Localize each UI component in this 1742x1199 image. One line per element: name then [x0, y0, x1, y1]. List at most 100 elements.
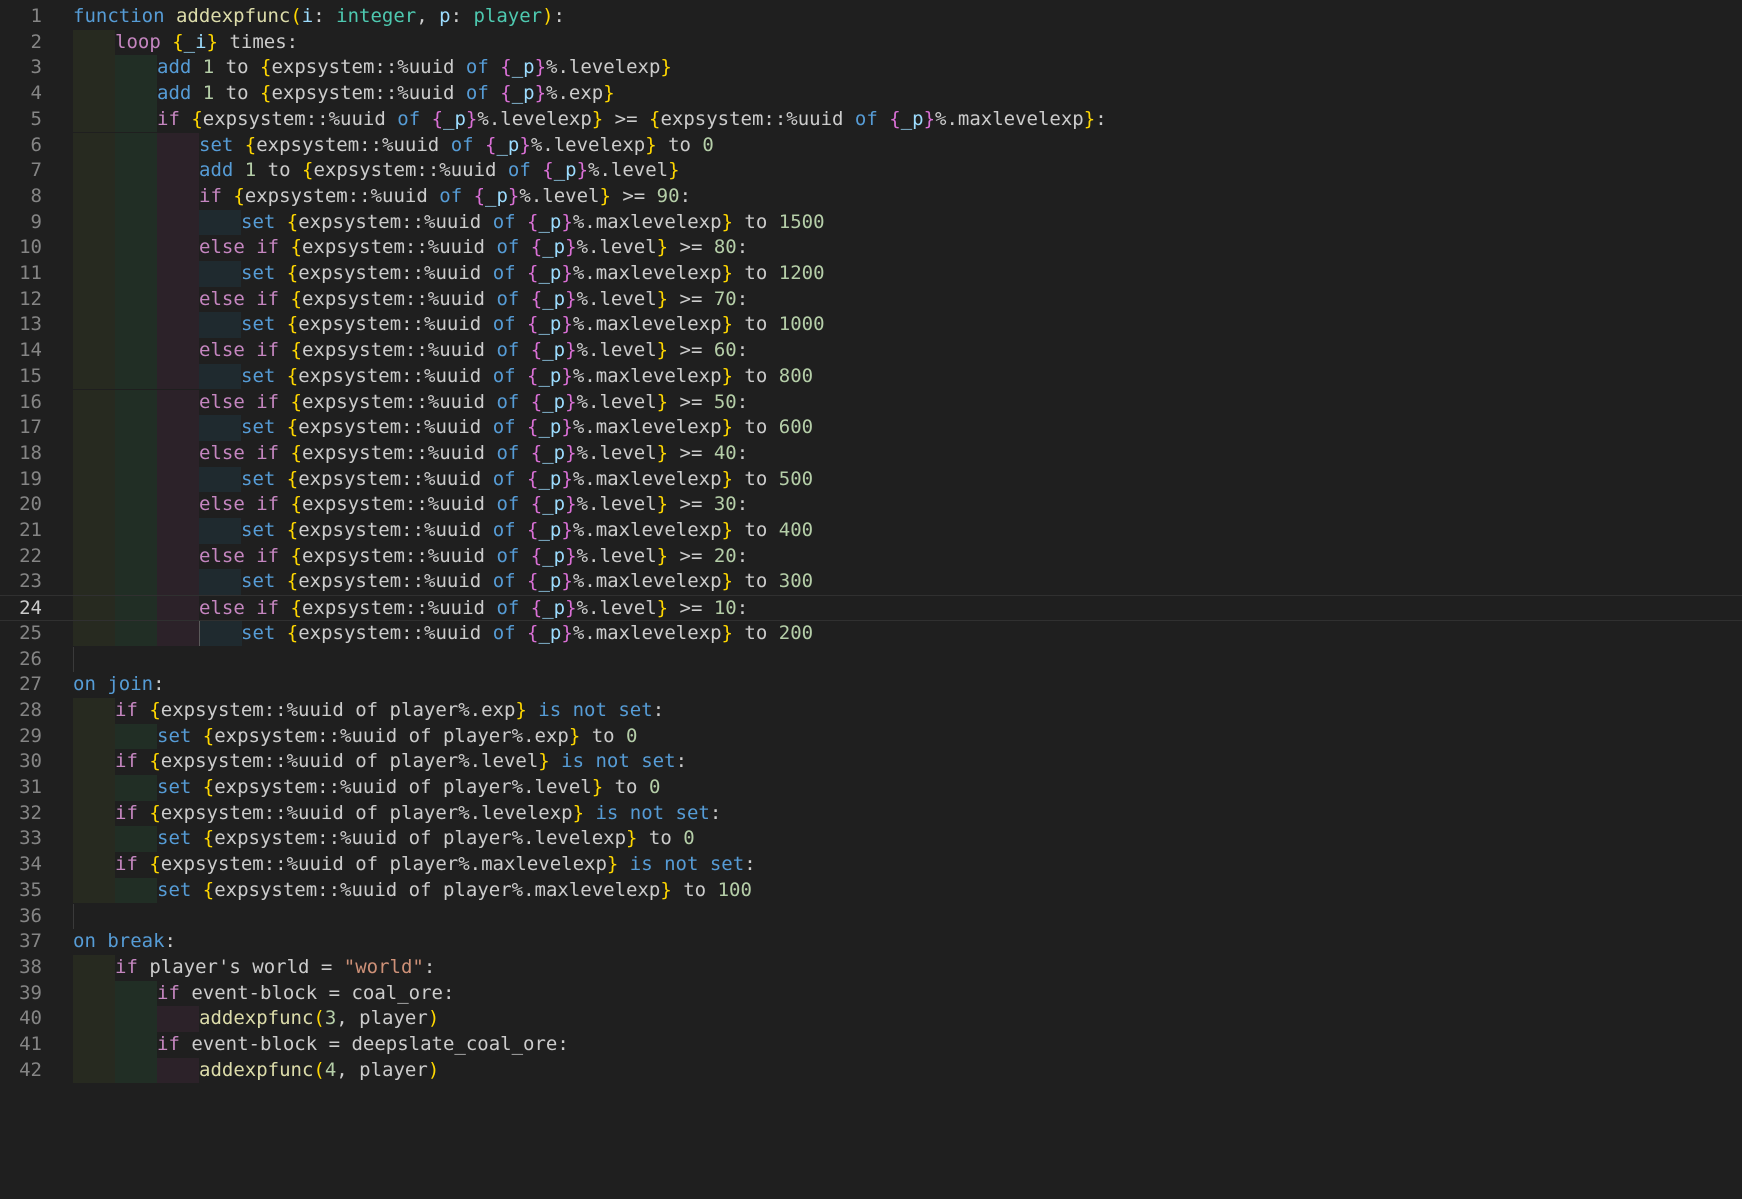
code-token: : — [736, 493, 749, 516]
code-line[interactable]: 21 set {expsystem::%uuid of {_p}%.maxleve… — [0, 518, 1742, 544]
code-token: { — [286, 519, 299, 541]
indent-guide — [157, 312, 199, 339]
code-token: expsystem::%uuid — [244, 184, 440, 207]
indent-guide — [73, 1032, 115, 1058]
code-token: player — [473, 5, 543, 27]
code-token: { — [530, 287, 543, 310]
code-editor[interactable]: 1 function addexpfunc(i: integer, p: play… — [0, 0, 1742, 1199]
code-line[interactable]: 39 if event-block = coal_ore: — [0, 980, 1742, 1007]
code-token: { — [648, 107, 661, 130]
code-token: to — [732, 313, 779, 336]
code-line[interactable]: 8 if {expsystem::%uuid of {_p}%.level} >=… — [0, 183, 1742, 210]
code-line[interactable]: 11 set {expsystem::%uuid of {_p}%.maxleve… — [0, 261, 1742, 287]
code-line[interactable]: 28 if {expsystem::%uuid of player%.exp} i… — [0, 697, 1742, 724]
code-text: if {expsystem::%uuid of player%.exp} is … — [115, 698, 664, 724]
code-token: %.maxlevelexp — [572, 262, 722, 284]
code-token: } — [565, 339, 577, 362]
indent-guide — [73, 338, 115, 364]
code-line[interactable]: 27 on join: — [0, 672, 1742, 698]
code-line[interactable]: 42 addexpfunc(4, player) — [0, 1057, 1742, 1084]
code-line[interactable]: 35 set {expsystem::%uuid of player%.maxle… — [0, 877, 1742, 904]
code-line[interactable]: 19 set {expsystem::%uuid of {_p}%.maxleve… — [0, 466, 1742, 493]
code-token: _p — [538, 570, 562, 593]
indent-guide — [157, 209, 199, 236]
code-token: } — [656, 544, 669, 567]
code-token: set — [241, 210, 287, 233]
code-line[interactable]: 4 add 1 to {expsystem::%uuid of {_p}%.exp… — [0, 81, 1742, 107]
code-token: to — [732, 210, 779, 233]
code-line[interactable]: 23 set {expsystem::%uuid of {_p}%.maxleve… — [0, 569, 1742, 596]
code-line[interactable]: 10 else if {expsystem::%uuid of {_p}%.lev… — [0, 235, 1742, 261]
code-token: %.maxlevelexp — [572, 621, 722, 644]
indent-guide — [115, 363, 157, 390]
code-line[interactable]: 33 set {expsystem::%uuid of player%.level… — [0, 826, 1742, 853]
code-token: join — [107, 673, 154, 696]
code-line[interactable]: 12 else if {expsystem::%uuid of {_p}%.lev… — [0, 286, 1742, 313]
code-line[interactable]: 15 set {expsystem::%uuid of {_p}%.maxleve… — [0, 363, 1742, 390]
code-line[interactable]: 1 function addexpfunc(i: integer, p: play… — [0, 4, 1742, 30]
code-token: { — [149, 853, 161, 876]
code-token: is not set — [584, 801, 710, 824]
code-token: 60 — [713, 339, 737, 362]
code-line[interactable]: 5 if {expsystem::%uuid of {_p}%.levelexp}… — [0, 106, 1742, 133]
code-line[interactable]: 37 on break: — [0, 929, 1742, 955]
code-line[interactable]: 24 else if {expsystem::%uuid of {_p}%.lev… — [0, 595, 1742, 621]
code-token: else if — [199, 597, 291, 620]
code-line[interactable]: 38 if player's world = "world": — [0, 954, 1742, 981]
indent-guide — [73, 697, 115, 724]
code-token: { — [530, 597, 543, 620]
code-token: { — [500, 56, 512, 79]
code-line[interactable]: 29 set {expsystem::%uuid of player%.exp} … — [0, 723, 1742, 750]
line-number: 28 — [19, 698, 42, 721]
code-line[interactable]: 40 addexpfunc(3, player) — [0, 1006, 1742, 1032]
code-token: 500 — [778, 467, 814, 490]
code-token: 50 — [713, 390, 737, 413]
indent-guide — [115, 980, 157, 1007]
code-token: { — [290, 441, 302, 464]
line-number: 16 — [19, 390, 42, 413]
indent-guide — [73, 235, 115, 261]
code-line[interactable]: 30 if {expsystem::%uuid of player%.level}… — [0, 749, 1742, 775]
code-line[interactable]: 25 set {expsystem::%uuid of {_p}%.maxleve… — [0, 620, 1742, 647]
line-number: 41 — [19, 1033, 42, 1055]
code-token: expsystem::%uuid — [301, 287, 497, 310]
code-line[interactable]: 22 else if {expsystem::%uuid of {_p}%.lev… — [0, 543, 1742, 570]
code-token: to — [732, 621, 779, 644]
code-text: addexpfunc(4, player) — [199, 1058, 439, 1084]
code-line[interactable]: 14 else if {expsystem::%uuid of {_p}%.lev… — [0, 338, 1742, 364]
code-line[interactable]: 34 if {expsystem::%uuid of player%.maxlev… — [0, 852, 1742, 878]
code-line[interactable]: 31 set {expsystem::%uuid of player%.level… — [0, 775, 1742, 801]
code-line[interactable]: 18 else if {expsystem::%uuid of {_p}%.lev… — [0, 440, 1742, 467]
code-token: else if — [199, 390, 291, 413]
code-line[interactable]: 36 — [0, 903, 1742, 930]
code-token: 40 — [713, 441, 737, 464]
code-line[interactable]: 26 — [0, 646, 1742, 673]
code-token: expsystem::%uuid — [301, 236, 497, 259]
indent-guide — [115, 158, 157, 184]
indent-guide — [157, 596, 199, 620]
indent-guide — [115, 440, 157, 467]
code-line[interactable]: 3 add 1 to {expsystem::%uuid of {_p}%.lev… — [0, 55, 1742, 82]
code-token: of — [492, 467, 528, 490]
code-token: } — [923, 107, 936, 130]
code-line[interactable]: 41 if event-block = deepslate_coal_ore: — [0, 1032, 1742, 1058]
code-token: of — [492, 570, 528, 593]
code-line[interactable]: 16 else if {expsystem::%uuid of {_p}%.lev… — [0, 389, 1742, 416]
code-line[interactable]: 32 if {expsystem::%uuid of player%.levele… — [0, 800, 1742, 827]
line-number: 40 — [19, 1007, 42, 1030]
code-line[interactable]: 7 add 1 to {expsystem::%uuid of {_p}%.lev… — [0, 158, 1742, 184]
code-line[interactable]: 9 set {expsystem::%uuid of {_p}%.maxlevel… — [0, 209, 1742, 236]
code-line[interactable]: 17 set {expsystem::%uuid of {_p}%.maxleve… — [0, 415, 1742, 441]
code-token: { — [530, 236, 543, 259]
code-token: : — [1095, 107, 1107, 130]
code-token: { — [290, 390, 302, 413]
code-line[interactable]: 13 set {expsystem::%uuid of {_p}%.maxleve… — [0, 312, 1742, 339]
line-number: 10 — [19, 236, 42, 259]
code-line[interactable]: 6 set {expsystem::%uuid of {_p}%.levelexp… — [0, 132, 1742, 159]
code-token: expsystem::%uuid of player%.maxlevelexp — [214, 878, 661, 901]
code-token: to — [214, 82, 260, 105]
code-token: : — [736, 390, 749, 413]
code-token: : — [153, 673, 165, 696]
code-line[interactable]: 20 else if {expsystem::%uuid of {_p}%.lev… — [0, 492, 1742, 518]
code-line[interactable]: 2 loop {_i} times: — [0, 29, 1742, 56]
